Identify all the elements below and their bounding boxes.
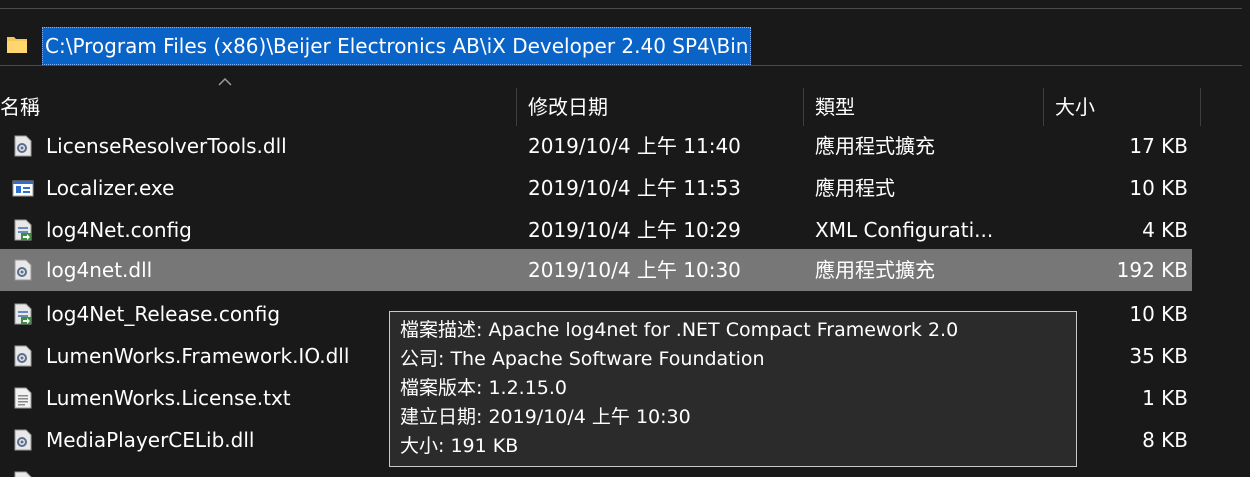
file-row-selected[interactable]: log4net.dll 2019/10/4 上午 10:30 應用程式擴充 19… xyxy=(0,249,1192,291)
txt-icon xyxy=(14,387,32,409)
file-size: 10 KB xyxy=(1129,302,1188,326)
dll-icon xyxy=(14,471,32,477)
dll-icon xyxy=(14,259,32,281)
column-type-header[interactable]: 類型 xyxy=(815,88,855,126)
dll-icon xyxy=(14,135,32,157)
config-icon xyxy=(14,219,32,241)
file-name: Localizer.exe xyxy=(46,176,175,200)
file-name: log4Net.config xyxy=(46,218,192,242)
file-size: 35 KB xyxy=(1129,344,1188,368)
file-size: 17 KB xyxy=(1129,134,1188,158)
tooltip-size: 大小: 191 KB xyxy=(400,435,519,457)
file-type: 應用程式擴充 xyxy=(815,134,935,158)
sort-ascending-icon[interactable] xyxy=(218,78,232,86)
config-icon xyxy=(14,303,32,325)
exe-icon xyxy=(12,180,34,197)
tooltip-company: 公司: The Apache Software Foundation xyxy=(400,348,765,370)
window-right-edge xyxy=(1242,8,1250,477)
tooltip-description: 檔案描述: Apache log4net for .NET Compact Fr… xyxy=(400,319,959,341)
file-size: 4 KB xyxy=(1142,218,1188,242)
dll-icon xyxy=(14,345,32,367)
dll-icon xyxy=(14,429,32,451)
file-name: LicenseResolverTools.dll xyxy=(46,134,287,158)
window-top-strip xyxy=(0,0,1250,8)
file-date: 2019/10/4 上午 10:29 xyxy=(528,218,741,242)
column-size-header[interactable]: 大小 xyxy=(1055,88,1095,126)
column-header: 名稱 修改日期 類型 大小 xyxy=(0,88,1210,126)
column-divider[interactable] xyxy=(1043,88,1044,126)
file-size: 8 KB xyxy=(1142,428,1188,452)
file-date: 2019/10/4 上午 10:30 xyxy=(528,258,741,282)
tooltip-created: 建立日期: 2019/10/4 上午 10:30 xyxy=(400,406,691,428)
file-row[interactable]: log4Net.config 2019/10/4 上午 10:29 XML Co… xyxy=(0,209,1192,251)
file-type: 應用程式 xyxy=(815,176,895,200)
file-name: log4net.dll xyxy=(46,258,153,282)
column-divider[interactable] xyxy=(1200,88,1201,126)
tooltip-version: 檔案版本: 1.2.15.0 xyxy=(400,377,568,399)
address-bar[interactable]: C:\Program Files (x86)\Beijer Electronic… xyxy=(0,8,1243,66)
file-info-tooltip: 檔案描述: Apache log4net for .NET Compact Fr… xyxy=(389,311,1077,467)
column-divider[interactable] xyxy=(516,88,517,126)
folder-icon xyxy=(7,37,27,53)
file-size: 10 KB xyxy=(1129,176,1188,200)
column-name-header[interactable]: 名稱 xyxy=(0,88,40,126)
file-name: LumenWorks.Framework.IO.dll xyxy=(46,344,350,368)
column-date-header[interactable]: 修改日期 xyxy=(528,88,608,126)
file-name: MediaPlayerCELib.dll xyxy=(46,428,255,452)
file-type: 應用程式擴充 xyxy=(815,258,935,282)
address-path-input[interactable]: C:\Program Files (x86)\Beijer Electronic… xyxy=(42,27,752,65)
file-name: log4Net_Release.config xyxy=(46,302,281,326)
file-name: LumenWorks.License.txt xyxy=(46,386,291,410)
file-size: 192 KB xyxy=(1116,258,1188,282)
file-row[interactable]: LicenseResolverTools.dll 2019/10/4 上午 11… xyxy=(0,125,1192,167)
file-size: 1 KB xyxy=(1142,386,1188,410)
file-row[interactable]: Localizer.exe 2019/10/4 上午 11:53 應用程式 10… xyxy=(0,167,1192,209)
file-type: XML Configurati... xyxy=(815,218,994,242)
column-divider[interactable] xyxy=(803,88,804,126)
file-date: 2019/10/4 上午 11:53 xyxy=(528,176,741,200)
file-date: 2019/10/4 上午 11:40 xyxy=(528,134,741,158)
